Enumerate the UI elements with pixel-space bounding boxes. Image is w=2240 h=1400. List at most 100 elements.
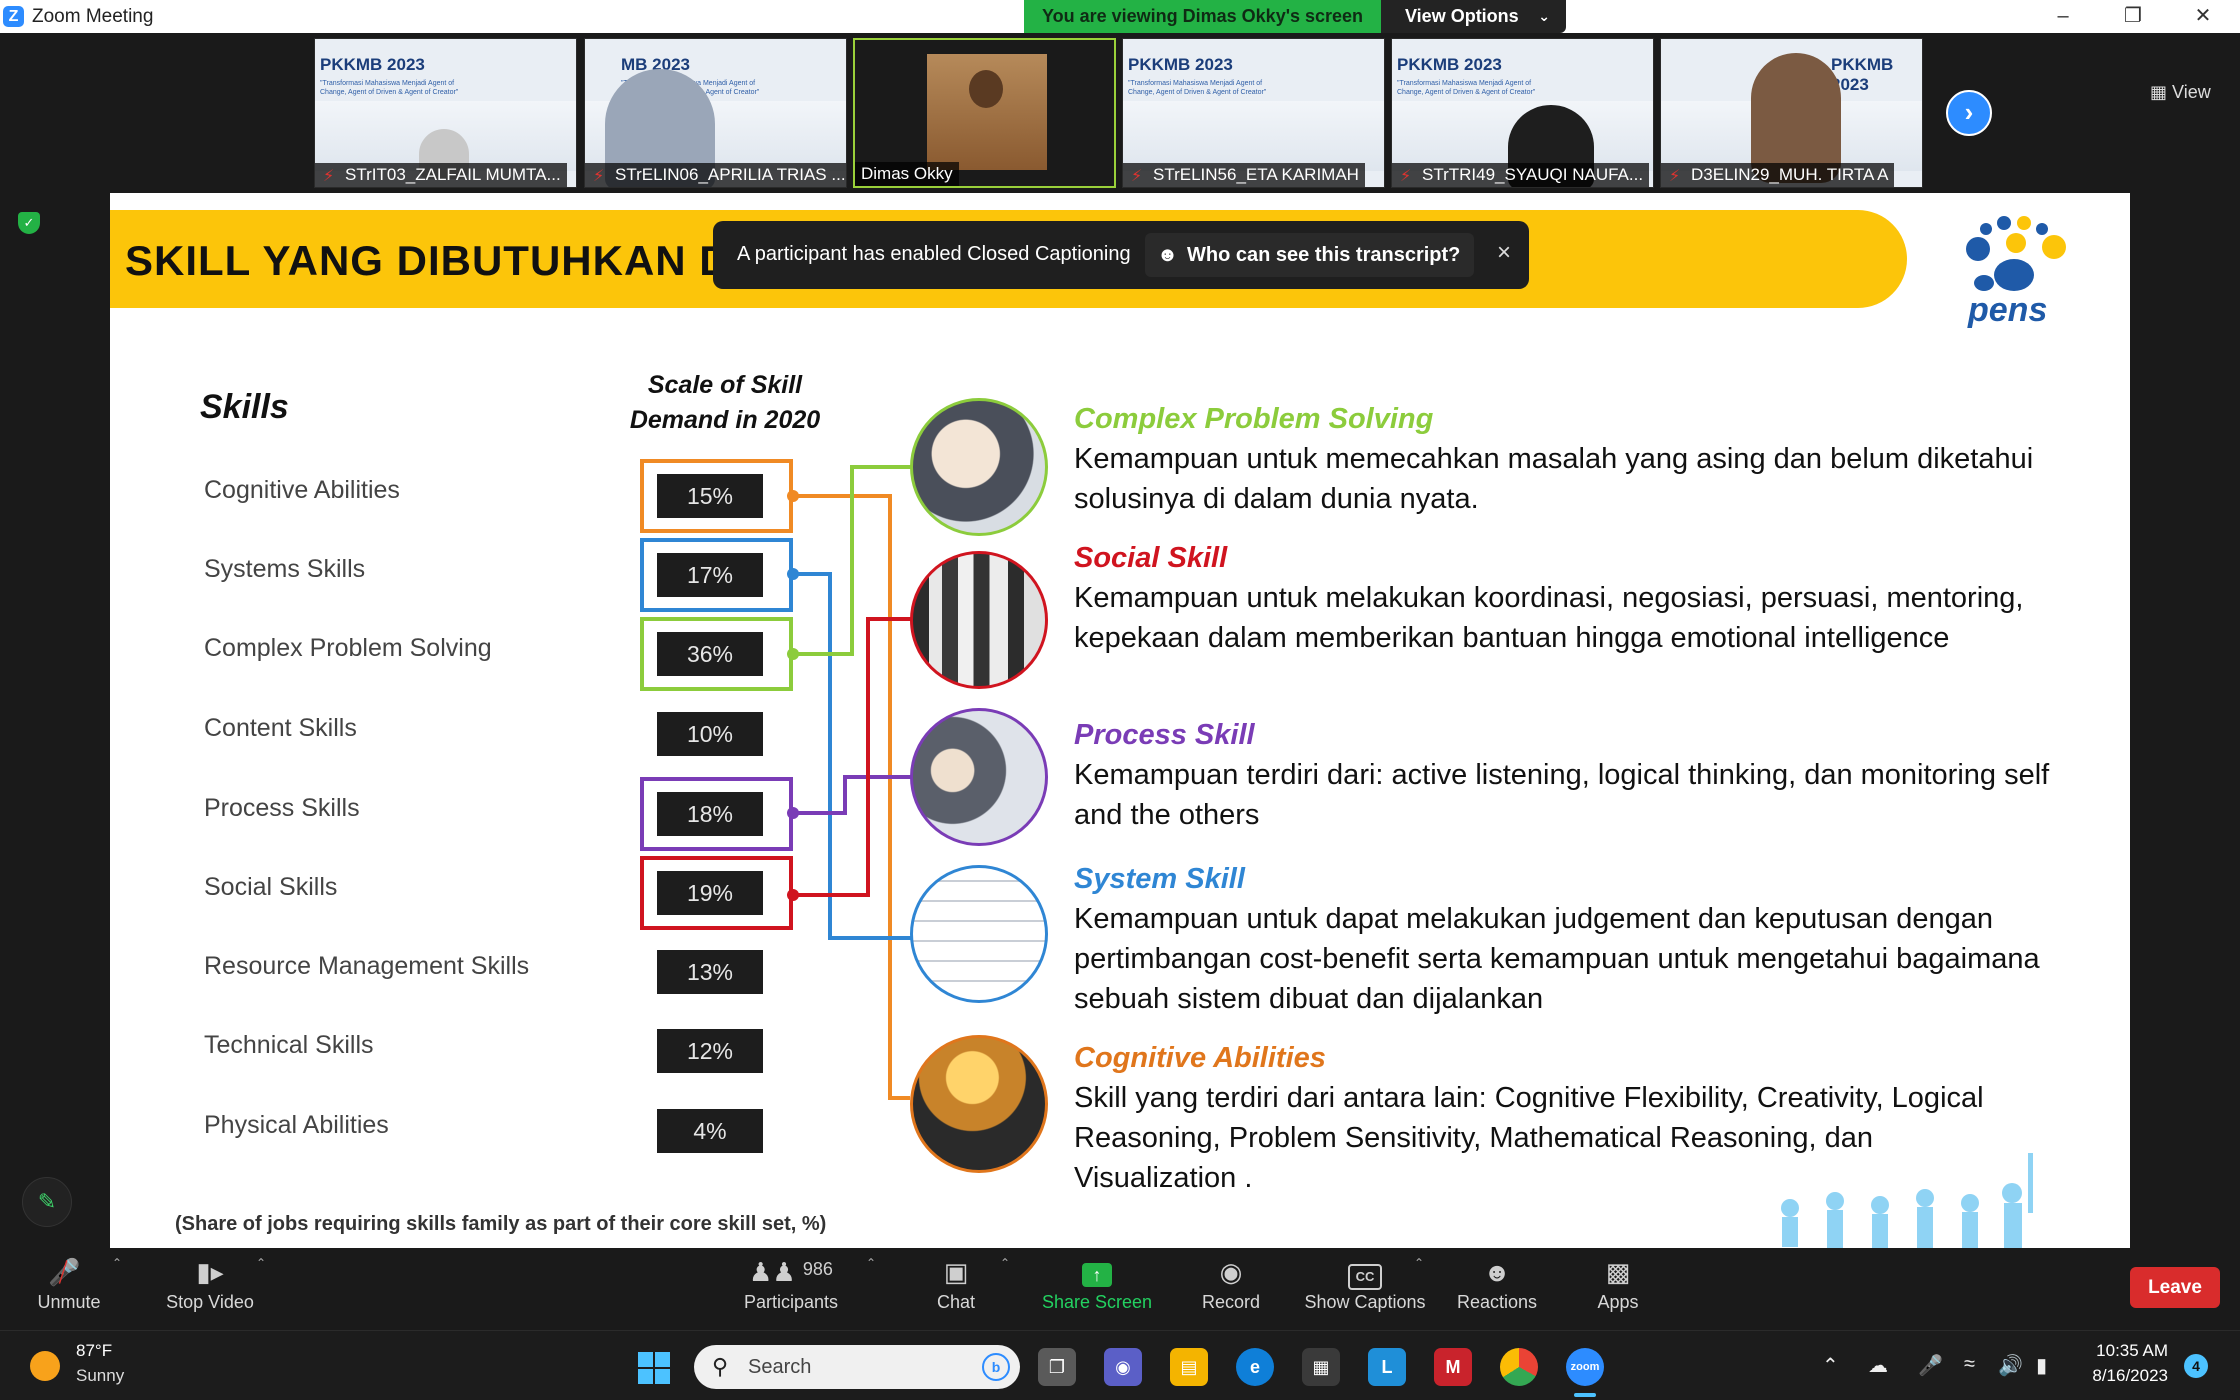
audio-options-caret[interactable]: ⌃	[112, 1248, 122, 1330]
reactions-label: Reactions	[1456, 1292, 1538, 1312]
battery-icon[interactable]: ▮	[2036, 1353, 2047, 1378]
connector-systems	[793, 572, 916, 940]
stop-video-label: Stop Video	[166, 1292, 254, 1312]
stop-video-button[interactable]: ▮▸ Stop Video	[160, 1248, 260, 1330]
participants-options-caret[interactable]: ⌃	[866, 1248, 876, 1330]
captions-options-caret[interactable]: ⌃	[1414, 1248, 1424, 1330]
record-button[interactable]: ◉ Record	[1196, 1248, 1266, 1330]
view-button[interactable]: ▦ View	[2150, 82, 2211, 103]
task-view-icon[interactable]: ❐	[1038, 1348, 1076, 1386]
zoom-logo-icon: Z	[3, 6, 24, 27]
video-tile[interactable]: PKKMB 2023 ⚡ D3ELIN29_MUH. TIRTA A	[1660, 38, 1923, 188]
teams-chat-icon[interactable]: ◉	[1104, 1348, 1142, 1386]
participant-name: ⚡ STrELIN06_APRILIA TRIAS ...	[585, 163, 846, 187]
leave-button[interactable]: Leave	[2130, 1267, 2220, 1308]
connector-dot	[787, 568, 799, 580]
who-can-see-transcript-button[interactable]: ☻ Who can see this transcript?	[1145, 233, 1475, 277]
app-l-icon[interactable]: L	[1368, 1348, 1406, 1386]
person-lock-icon: ☻	[1157, 244, 1179, 266]
search-placeholder: Search	[748, 1356, 812, 1378]
minimize-button[interactable]: –	[2028, 0, 2098, 33]
photo-discussion	[910, 708, 1048, 846]
participant-name-text: STrIT03_ZALFAIL MUMTA...	[345, 165, 561, 184]
connector-dot	[787, 490, 799, 502]
caret-up-icon: ⌃	[1414, 1256, 1425, 1270]
microphone-icon[interactable]: 🎤	[1918, 1353, 1943, 1378]
mic-muted-icon: ⚡	[1669, 168, 1681, 185]
participant-name-text: STrELIN56_ETA KARIMAH	[1153, 165, 1359, 184]
participant-name-text: STrELIN06_APRILIA TRIAS ...	[615, 165, 846, 184]
show-hidden-icons[interactable]: ⌃	[1822, 1353, 1839, 1378]
clock-date[interactable]: 8/16/2023	[2068, 1366, 2168, 1386]
participant-name-text: STrTRI49_SYAUQI NAUFA...	[1422, 165, 1644, 184]
thumb-subtitle: "Transformasi Mahasiswa Menjadi Agent of…	[320, 80, 459, 96]
video-strip: PKKMB 2023 "Transformasi Mahasiswa Menja…	[0, 33, 2240, 193]
windows-taskbar: 87°F Sunny ⚲ Search b ❐ ◉ ▤ e ▦ L M zoom…	[0, 1330, 2240, 1400]
participants-button[interactable]: ♟♟ 986 Participants	[736, 1248, 846, 1330]
thumb-subtitle: "Transformasi Mahasiswa Menjadi Agent of…	[1128, 80, 1267, 96]
share-screen-button[interactable]: ↑ Share Screen	[1038, 1248, 1156, 1330]
sun-icon[interactable]	[30, 1351, 60, 1381]
close-window-button[interactable]: ✕	[2168, 0, 2238, 33]
weather-condition[interactable]: Sunny	[76, 1366, 124, 1386]
security-shield-icon[interactable]: ✓	[18, 212, 40, 234]
view-options-button[interactable]: View Options ⌄	[1381, 0, 1566, 33]
file-explorer-icon[interactable]: ▤	[1170, 1348, 1208, 1386]
microsoft-store-icon[interactable]: ▦	[1302, 1348, 1340, 1386]
desc-heading: Complex Problem Solving	[1074, 403, 1434, 435]
video-tile[interactable]: MB 2023 "Transformasi Mahasiswa Menjadi …	[584, 38, 847, 188]
next-page-button[interactable]: ›	[1946, 90, 1992, 136]
desc-body: Kemampuan terdiri dari: active listening…	[1074, 759, 2050, 831]
taskbar-search-box[interactable]: ⚲ Search b	[694, 1345, 1020, 1389]
thumb-title: PKKMB 2023	[1831, 55, 1894, 94]
desc-body: Kemampuan untuk dapat melakukan judgemen…	[1074, 903, 2040, 1015]
record-label: Record	[1201, 1292, 1261, 1312]
video-tile[interactable]: PKKMB 2023 "Transformasi Mahasiswa Menja…	[1391, 38, 1654, 188]
windows-start-icon[interactable]	[638, 1352, 670, 1384]
share-screen-icon: ↑	[1082, 1263, 1112, 1287]
thumb-title: PKKMB 2023	[1128, 55, 1233, 74]
zoom-taskbar-icon[interactable]: zoom	[1566, 1348, 1604, 1386]
notification-badge[interactable]: 4	[2184, 1354, 2208, 1378]
show-captions-button[interactable]: CC Show Captions	[1300, 1248, 1430, 1330]
close-toast-icon[interactable]: ×	[1497, 239, 1511, 267]
participant-name-text: D3ELIN29_MUH. TIRTA A	[1691, 165, 1889, 184]
mcafee-icon[interactable]: M	[1434, 1348, 1472, 1386]
photo-flowchart	[910, 865, 1048, 1003]
unmute-button[interactable]: 🎤⧸ Unmute	[24, 1248, 114, 1330]
video-tile[interactable]: PKKMB 2023 "Transformasi Mahasiswa Menja…	[314, 38, 577, 188]
clock-time[interactable]: 10:35 AM	[2088, 1341, 2168, 1361]
chat-button[interactable]: ▣ Chat	[926, 1248, 986, 1330]
video-tile[interactable]: PKKMB 2023 "Transformasi Mahasiswa Menja…	[1122, 38, 1385, 188]
chrome-icon[interactable]	[1500, 1348, 1538, 1386]
connector-social	[793, 617, 920, 897]
unmute-label: Unmute	[37, 1292, 101, 1312]
wifi-icon[interactable]: ≈	[1964, 1353, 1975, 1376]
thumb-subtitle: "Transformasi Mahasiswa Menjadi Agent of…	[1397, 80, 1536, 96]
video-camera-icon: ▮▸	[196, 1257, 224, 1287]
caret-up-icon: ⌃	[866, 1256, 877, 1270]
apps-button[interactable]: ▩ Apps	[1588, 1248, 1648, 1330]
photo-business-people	[910, 551, 1048, 689]
connector-dot	[787, 889, 799, 901]
connector-process	[793, 775, 918, 815]
caret-up-icon: ⌃	[1000, 1256, 1011, 1270]
window-title: Zoom Meeting	[32, 6, 154, 27]
zoom-window: Z Zoom Meeting You are viewing Dimas Okk…	[0, 0, 2240, 1400]
video-tile-active-speaker[interactable]: Dimas Okky	[853, 38, 1116, 188]
annotate-pencil-icon[interactable]: ✎	[22, 1177, 72, 1227]
weather-temperature[interactable]: 87°F	[76, 1341, 112, 1361]
video-options-caret[interactable]: ⌃	[256, 1248, 266, 1330]
thumb-title: PKKMB 2023	[320, 55, 425, 74]
pens-logo: pens	[1966, 216, 2066, 328]
volume-icon[interactable]: 🔊	[1998, 1353, 2023, 1378]
who-can-see-label: Who can see this transcript?	[1187, 244, 1461, 266]
chat-options-caret[interactable]: ⌃	[1000, 1248, 1010, 1330]
view-options-label: View Options	[1405, 6, 1519, 26]
bing-icon[interactable]: b	[982, 1353, 1010, 1381]
edge-browser-icon[interactable]: e	[1236, 1348, 1274, 1386]
onedrive-cloud-icon[interactable]: ☁	[1868, 1353, 1888, 1378]
restore-button[interactable]: ❐	[2098, 0, 2168, 33]
reactions-button[interactable]: ☻ Reactions	[1452, 1248, 1542, 1330]
meeting-toolbar: 🎤⧸ Unmute ⌃ ▮▸ Stop Video ⌃ ♟♟ 986 Parti…	[0, 1248, 2240, 1330]
